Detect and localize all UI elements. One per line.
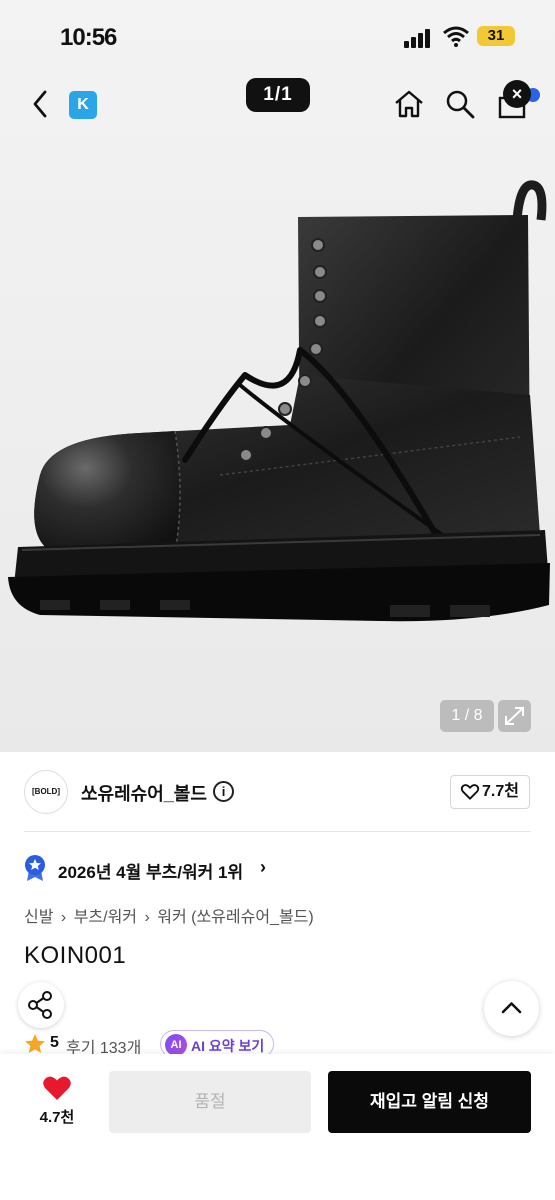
home-icon[interactable] (393, 88, 425, 120)
brand-row[interactable]: [BOLD] 쏘유레슈어_볼드 i 7.7천 (0, 752, 555, 832)
bottom-action-bar: 4.7천 품절 재입고 알림 신청 (0, 1054, 555, 1200)
back-arrow-icon[interactable] (28, 88, 54, 120)
heart-filled-icon (43, 1076, 71, 1100)
gallery-counter: 1 / 8 (440, 700, 494, 732)
brand-like-count: 7.7천 (482, 783, 519, 800)
rating-value: 5 (50, 1034, 59, 1051)
brand-logo[interactable]: [BOLD] (24, 770, 68, 814)
expand-icon[interactable] (498, 700, 531, 732)
status-bar: 10:56 31 (0, 0, 555, 70)
breadcrumb-item-boots[interactable]: 부츠/워커 (74, 909, 137, 926)
star-icon (25, 1034, 45, 1053)
kream-badge-icon[interactable]: K (69, 91, 97, 119)
image-pager: 1/1 (246, 78, 310, 112)
close-icon[interactable]: × (503, 80, 531, 108)
breadcrumb-separator: › (60, 909, 67, 926)
breadcrumb-separator: › (144, 909, 150, 926)
share-button[interactable] (18, 982, 64, 1028)
product-title: KOIN001 (24, 942, 127, 969)
brand-name[interactable]: 쏘유레슈어_볼드 (81, 780, 207, 806)
ranking-text: 2026년 4월 부츠/워커 1위 (58, 863, 244, 882)
battery-icon: 31 (477, 26, 515, 46)
medal-icon (25, 855, 45, 881)
breadcrumb-item-walker[interactable]: 워커 (쏘유레슈어_볼드) (157, 909, 313, 926)
share-icon (28, 991, 52, 1019)
heart-outline-icon (460, 784, 480, 800)
info-icon[interactable]: i (213, 781, 234, 802)
soldout-button: 품절 (109, 1071, 311, 1133)
boot-product-image (8, 180, 550, 622)
divider (24, 831, 531, 832)
breadcrumb: 신발 › 부츠/워커 › 워커 (쏘유레슈어_볼드) (24, 903, 317, 927)
ai-sparkle-icon: AI (165, 1034, 187, 1056)
ranking-link[interactable]: 2026년 4월 부츠/워커 1위 › (24, 852, 524, 884)
wishlist-button[interactable]: 4.7천 (33, 1072, 81, 1130)
status-time: 10:56 (60, 24, 117, 51)
breadcrumb-item-shoes[interactable]: 신발 (24, 909, 53, 926)
restock-alert-button[interactable]: 재입고 알림 신청 (328, 1071, 531, 1133)
ai-summary-label: AI 요약 보기 (191, 1038, 265, 1054)
wifi-icon (443, 26, 469, 47)
search-icon[interactable] (444, 88, 476, 120)
brand-like-button[interactable]: 7.7천 (450, 775, 530, 809)
wishlist-count: 4.7천 (39, 1109, 75, 1126)
cellular-signal-icon (404, 28, 434, 48)
chevron-right-icon: › (260, 857, 266, 877)
product-image-carousel[interactable]: 10:56 31 K 1/1 × 1 / 8 (0, 0, 555, 752)
scroll-to-top-button[interactable] (484, 981, 539, 1036)
chevron-up-icon (501, 1002, 522, 1014)
